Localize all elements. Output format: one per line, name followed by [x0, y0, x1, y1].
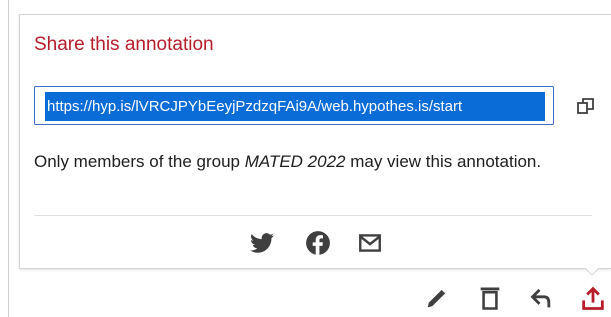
facebook-icon: [306, 231, 330, 255]
share-panel-title: Share this annotation: [34, 34, 214, 55]
visibility-suffix: may view this annotation.: [345, 152, 542, 171]
copy-button[interactable]: [574, 94, 598, 118]
reply-icon: [530, 288, 551, 308]
share-url-input[interactable]: [45, 92, 545, 121]
annotation-card-border: [8, 0, 9, 317]
visibility-prefix: Only members of the group: [34, 152, 245, 171]
share-panel: Share this annotation Only members of th…: [19, 14, 611, 269]
divider: [34, 215, 592, 216]
share-button[interactable]: [579, 284, 607, 312]
share-email-button[interactable]: [357, 230, 383, 256]
share-facebook-button[interactable]: [305, 230, 331, 256]
share-twitter-button[interactable]: [249, 230, 275, 256]
twitter-icon: [250, 233, 274, 253]
popover-caret: [585, 268, 599, 276]
visibility-notice: Only members of the group MATED 2022 may…: [34, 148, 574, 176]
share-url-row: [34, 86, 594, 125]
delete-button[interactable]: [476, 284, 504, 312]
pencil-icon: [427, 289, 446, 308]
reply-button[interactable]: [529, 284, 557, 312]
copy-icon: [577, 98, 594, 114]
annotation-actions: [0, 276, 611, 317]
email-icon: [359, 234, 381, 252]
trash-icon: [480, 287, 500, 310]
group-name: MATED 2022: [244, 152, 346, 171]
share-icon: [582, 286, 604, 310]
share-url-box: [34, 86, 554, 125]
edit-button[interactable]: [423, 284, 451, 312]
share-targets: [20, 230, 611, 260]
